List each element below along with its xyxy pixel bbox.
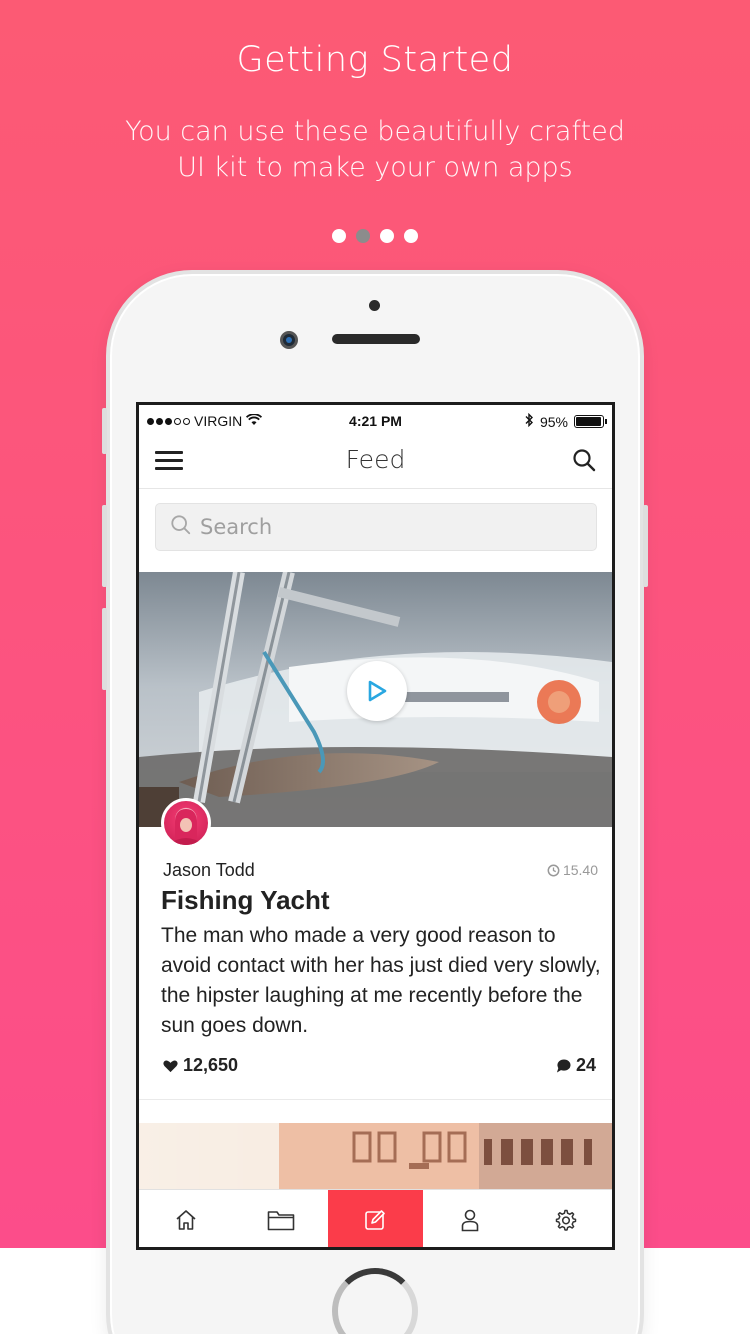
post-author[interactable]: Jason Todd [163, 860, 255, 881]
volume-up-button [102, 505, 107, 587]
bottom-tab-bar [139, 1189, 612, 1247]
feed-nav-bar: Feed [139, 435, 612, 489]
play-icon [368, 680, 387, 702]
home-icon [176, 1210, 196, 1230]
power-button [643, 505, 648, 587]
search-input[interactable] [200, 515, 580, 539]
tab-folder[interactable] [234, 1190, 329, 1247]
tab-compose[interactable] [328, 1190, 423, 1247]
onboarding-title: Getting Started [236, 40, 514, 80]
page-dot-4[interactable] [404, 229, 418, 243]
compose-icon [365, 1210, 386, 1230]
avatar-figure [168, 809, 204, 845]
like-count: 12,650 [183, 1055, 239, 1075]
status-right: 95% [524, 412, 607, 430]
page-dot-1[interactable] [332, 229, 346, 243]
folder-icon [267, 1211, 295, 1231]
onboarding-subtitle: You can use these beautifully crafted UI… [100, 114, 650, 186]
search-bar[interactable] [155, 503, 597, 551]
front-camera [280, 331, 298, 349]
comment-icon [556, 1058, 571, 1073]
next-post-image[interactable] [139, 1123, 612, 1193]
building-illustration [139, 1123, 612, 1193]
tab-settings[interactable] [517, 1190, 612, 1247]
play-video-button[interactable] [347, 661, 407, 721]
subtitle-line-1: You can use these beautifully crafted [125, 116, 625, 147]
heart-icon [163, 1060, 178, 1072]
clock-icon [547, 864, 560, 876]
page-dot-3[interactable] [380, 229, 394, 243]
post-divider [139, 1099, 612, 1100]
gear-icon [555, 1209, 576, 1231]
post-body: The man who made a very good reason to a… [161, 924, 601, 1037]
post-timestamp: 15.40 [547, 862, 598, 878]
author-avatar[interactable] [161, 798, 211, 848]
volume-down-button [102, 608, 107, 690]
comment-button[interactable]: 24 [556, 1055, 596, 1076]
post-title[interactable]: Fishing Yacht [161, 885, 330, 916]
earpiece-speaker [332, 334, 420, 344]
tab-home[interactable] [139, 1190, 234, 1247]
tab-profile[interactable] [423, 1190, 518, 1247]
search-icon[interactable] [572, 448, 596, 472]
post-hero-image[interactable] [139, 572, 612, 827]
like-button[interactable]: 12,650 [163, 1055, 238, 1076]
battery-fill [576, 417, 601, 426]
person-icon [461, 1209, 479, 1232]
phone-screen: VIRGIN 4:21 PM 95% Feed Search Jason Tod… [136, 402, 615, 1250]
comment-count: 24 [575, 1055, 596, 1075]
page-indicator[interactable] [0, 229, 750, 243]
page-title: Feed [345, 445, 406, 474]
battery-icon [574, 415, 607, 428]
mute-switch [102, 408, 107, 454]
battery-percent: 95% [539, 413, 568, 430]
page-dot-2[interactable] [356, 229, 370, 243]
bluetooth-icon [524, 412, 534, 430]
proximity-sensor [369, 300, 380, 311]
search-field-icon [170, 514, 192, 541]
status-bar: VIRGIN 4:21 PM 95% [139, 405, 612, 435]
subtitle-line-2: UI kit to make your own apps [177, 152, 573, 183]
post-time: 15.40 [562, 862, 598, 878]
